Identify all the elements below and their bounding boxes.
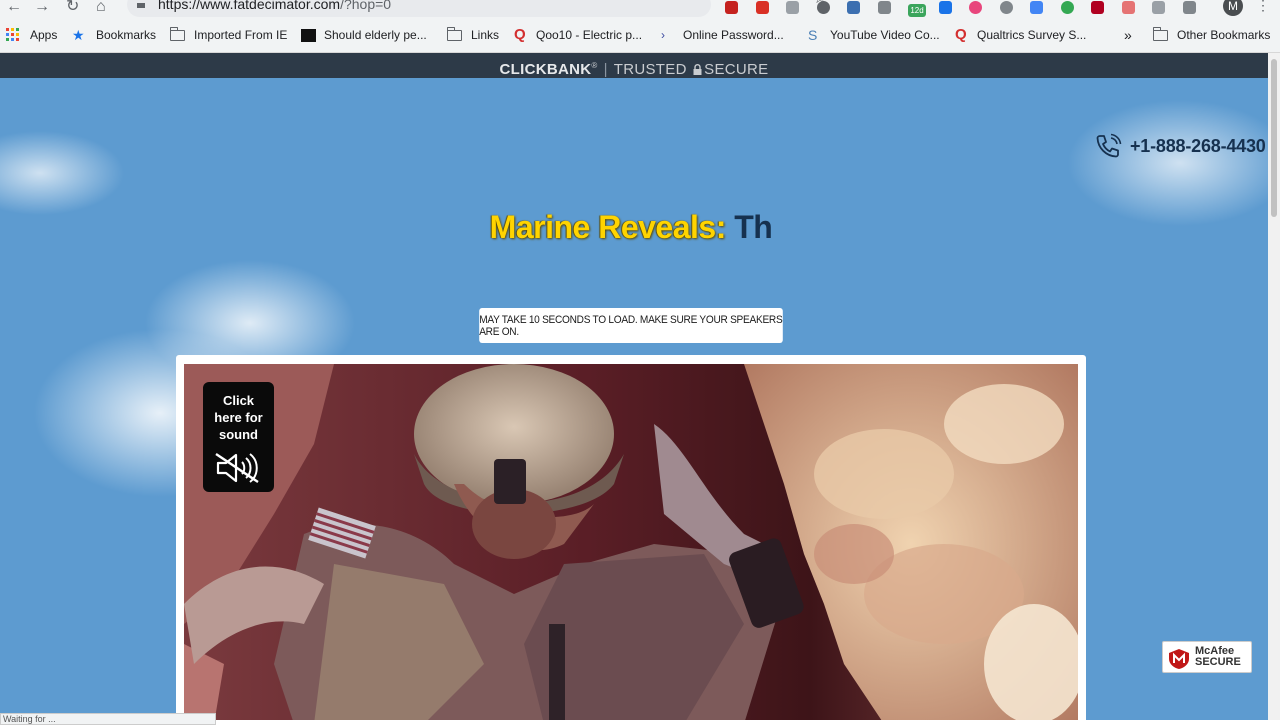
video-still — [184, 364, 1078, 720]
mcafee-shield-icon — [1169, 649, 1189, 669]
extension-icon[interactable] — [1061, 1, 1074, 14]
bookmark-label: Should elderly pe... — [324, 28, 427, 42]
folder-icon — [446, 26, 462, 41]
bookmark-label: Imported From IE — [194, 28, 288, 42]
extension-icon[interactable] — [786, 1, 799, 14]
menu-kebab-icon[interactable]: ⋮ — [1256, 0, 1270, 14]
mcafee-secure-badge[interactable]: McAfee SECURE — [1162, 641, 1252, 673]
bookmark-qualtrics[interactable]: Q Qualtrics Survey S... — [955, 26, 1086, 44]
extension-badge-icon[interactable]: 12d — [908, 4, 926, 17]
padlock-icon — [693, 64, 702, 75]
sound-button-label: Click here for sound — [214, 393, 263, 442]
bookmark-youtube-video[interactable]: S YouTube Video Co... — [808, 26, 940, 44]
apps-grid-icon — [6, 28, 19, 41]
bookmark-label: YouTube Video Co... — [830, 28, 940, 42]
qualtrics-icon: Q — [955, 26, 967, 43]
site-favicon-icon: › — [661, 28, 665, 42]
bookmark-label: Qoo10 - Electric p... — [536, 28, 643, 42]
extension-icon[interactable] — [756, 1, 769, 14]
folder-icon — [169, 26, 185, 41]
forward-arrow-icon[interactable]: → — [34, 0, 50, 16]
extension-icon[interactable] — [1000, 1, 1013, 14]
bookmark-label: Other Bookmarks — [1177, 28, 1271, 42]
clickbank-trust-bar: CLICKBANK® | TRUSTED SECURE — [0, 53, 1268, 78]
headline-text: Th — [734, 209, 773, 245]
extension-icon[interactable] — [1030, 1, 1043, 14]
browser-status-bubble: Waiting for ... — [0, 713, 216, 725]
mcafee-label: McAfee SECURE — [1195, 646, 1241, 668]
extension-icon[interactable] — [969, 1, 982, 14]
reload-icon[interactable]: ↻ — [66, 0, 79, 16]
page-viewport: CLICKBANK® | TRUSTED SECURE +1-888-268-443… — [0, 53, 1280, 720]
folder-icon — [1152, 26, 1168, 41]
clickbank-logo: CLICKBANK — [499, 61, 592, 78]
bookmark-imported-from-ie[interactable]: Imported From IE — [169, 26, 288, 44]
headline-highlight: Marine Reveals: — [489, 209, 727, 245]
bookmark-online-password[interactable]: › Online Password... — [661, 26, 784, 44]
address-bar[interactable]: https://www.fatdecimator.com/?hop=0 ☆ — [127, 0, 827, 17]
bookmark-other-bookmarks[interactable]: Other Bookmarks — [1152, 26, 1271, 44]
trusted-label: TRUSTED — [613, 61, 687, 78]
phone-contact[interactable]: +1-888-268-4430 — [1094, 133, 1266, 159]
extension-icon[interactable] — [725, 1, 738, 14]
url-text: https://www.fatdecimator.com/?hop=0 — [158, 0, 392, 12]
back-arrow-icon[interactable]: ← — [6, 0, 22, 16]
extension-icon[interactable] — [1091, 1, 1104, 14]
divider: | — [603, 61, 608, 78]
page-headline: Marine Reveals: Th — [0, 209, 1262, 246]
profile-avatar[interactable]: M — [1223, 0, 1243, 16]
secure-label: SECURE — [704, 61, 769, 78]
extension-icon[interactable] — [817, 1, 830, 14]
browser-toolbar: ← → ↻ ⌂ https://www.fatdecimator.com/?ho… — [0, 0, 1280, 18]
mcafee-secure-text: SECURE — [1195, 656, 1241, 668]
phone-number[interactable]: +1-888-268-4430 — [1130, 136, 1266, 157]
registered-mark: ® — [591, 61, 598, 70]
video-player[interactable] — [184, 364, 1078, 720]
bookmark-label: Bookmarks — [96, 28, 157, 42]
home-icon[interactable]: ⌂ — [96, 0, 106, 16]
extension-icon[interactable] — [878, 1, 891, 14]
extension-icon[interactable] — [1183, 1, 1196, 14]
site-favicon-icon — [301, 28, 316, 42]
star-icon: ★ — [72, 27, 85, 43]
bookmark-bookmarks[interactable]: ★ Bookmarks — [72, 26, 156, 44]
extension-icon[interactable] — [1122, 1, 1135, 14]
extension-icon[interactable] — [1152, 1, 1165, 14]
extension-icon[interactable] — [939, 1, 952, 14]
bookmark-label: Online Password... — [683, 28, 784, 42]
page-scrollbar[interactable] — [1268, 53, 1280, 720]
site-favicon-icon: S — [808, 27, 818, 43]
scrollbar-thumb[interactable] — [1271, 59, 1277, 217]
bookmark-label: Qualtrics Survey S... — [977, 28, 1087, 42]
click-for-sound-button[interactable]: Click here for sound — [203, 382, 274, 492]
bookmarks-overflow-chevron-icon[interactable]: » — [1124, 26, 1132, 44]
lock-icon — [137, 3, 145, 8]
bookmark-label: Links — [471, 28, 500, 42]
bookmark-links[interactable]: Links — [446, 26, 500, 44]
load-notice: MAY TAKE 10 SECONDS TO LOAD. MAKE SURE Y… — [479, 308, 783, 343]
bookmarks-bar: Apps ★ Bookmarks Imported From IE Should… — [0, 18, 1280, 53]
bookmark-apps[interactable]: Apps — [6, 26, 57, 44]
phone-icon — [1096, 133, 1122, 158]
bookmark-label: Apps — [30, 28, 58, 42]
bookmark-should-elderly[interactable]: Should elderly pe... — [301, 26, 427, 44]
extension-icon[interactable] — [847, 1, 860, 14]
qoo10-icon: Q — [514, 26, 526, 43]
speaker-muted-icon — [215, 453, 259, 483]
bookmark-qoo10[interactable]: Q Qoo10 - Electric p... — [514, 26, 642, 44]
